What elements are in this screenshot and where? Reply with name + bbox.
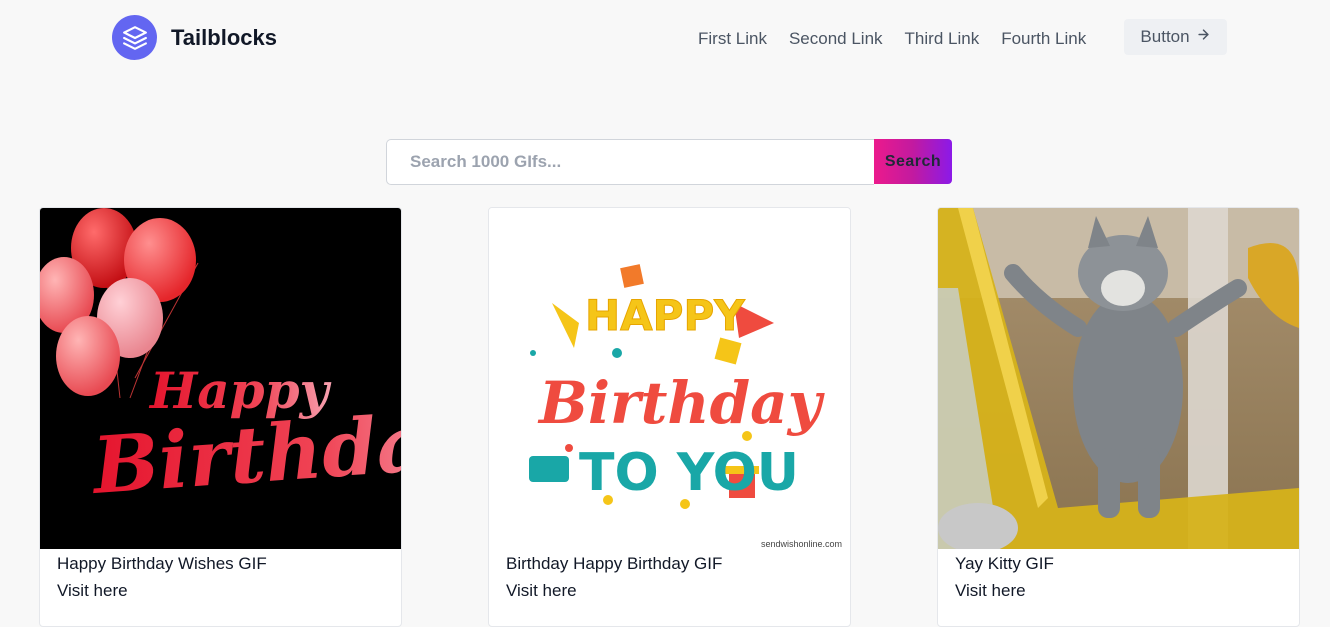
card-title: Happy Birthday Wishes GIF bbox=[57, 554, 267, 573]
svg-text:TO YOU: TO YOU bbox=[579, 443, 799, 503]
svg-text:Birthday: Birthday bbox=[88, 394, 401, 512]
gif-image-happy-birthday-wishes[interactable]: Happy Birthday bbox=[40, 208, 401, 549]
card-title: Yay Kitty GIF bbox=[955, 554, 1054, 573]
brand-name: Tailblocks bbox=[171, 24, 277, 50]
card-link[interactable]: Visit here bbox=[955, 581, 1026, 601]
layers-icon bbox=[112, 15, 157, 60]
search-bar: Search bbox=[386, 139, 952, 185]
card-link[interactable]: Visit here bbox=[57, 581, 128, 601]
header-button[interactable]: Button bbox=[1124, 19, 1227, 55]
svg-text:Birthday: Birthday bbox=[537, 369, 826, 437]
header-button-label: Button bbox=[1140, 27, 1190, 46]
svg-text:HAPPY: HAPPY bbox=[585, 291, 745, 340]
main-nav: First Link Second Link Third Link Fourth… bbox=[698, 28, 1108, 50]
nav-link-first[interactable]: First Link bbox=[698, 28, 767, 50]
nav-link-fourth[interactable]: Fourth Link bbox=[1001, 28, 1086, 50]
search-button[interactable]: Search bbox=[874, 139, 952, 184]
gif-image-birthday-happy-birthday[interactable]: HAPPY Birthday TO YOU sendwishonline.com bbox=[489, 208, 850, 549]
gif-card: Happy Birthday Happy Birthday Wishes GIF… bbox=[39, 207, 402, 627]
gif-card: HAPPY Birthday TO YOU sendwishonline.com… bbox=[488, 207, 851, 627]
nav-link-third[interactable]: Third Link bbox=[905, 28, 980, 50]
nav-link-second[interactable]: Second Link bbox=[789, 28, 883, 50]
gif-image-yay-kitty[interactable] bbox=[938, 208, 1299, 549]
brand-logo[interactable]: Tailblocks bbox=[112, 15, 277, 60]
image-watermark: sendwishonline.com bbox=[760, 539, 842, 549]
search-input[interactable] bbox=[386, 139, 874, 185]
card-title: Birthday Happy Birthday GIF bbox=[506, 554, 723, 573]
card-link[interactable]: Visit here bbox=[506, 581, 577, 601]
arrow-right-icon bbox=[1196, 27, 1211, 47]
site-header: Tailblocks First Link Second Link Third … bbox=[0, 0, 1330, 80]
gif-card: Yay Kitty GIF Visit here bbox=[937, 207, 1300, 627]
